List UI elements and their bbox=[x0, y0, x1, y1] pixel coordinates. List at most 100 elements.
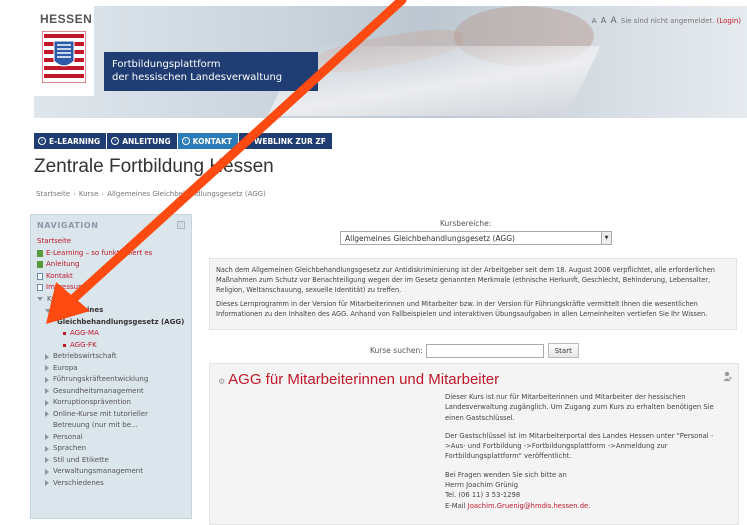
hessen-logo[interactable]: HESSEN bbox=[34, 6, 94, 96]
sidebar-item-label: Betreuung (nur mit be... bbox=[53, 421, 138, 429]
login-status-text: Sie sind nicht angemeldet. bbox=[620, 17, 715, 25]
sidebar-item-label: Online-Kurse mit tutorieller bbox=[53, 409, 148, 418]
sidebar-item-label: Impressum bbox=[46, 283, 85, 291]
nav-label: E-LEARNING bbox=[49, 136, 101, 146]
course-summary: Dieser Kurs ist nur für Mitarbeiterinnen… bbox=[445, 392, 733, 519]
course-contact: Bei Fragen wenden Sie sich bitte an Herr… bbox=[445, 470, 733, 511]
sidebar-item-agg-line2[interactable]: Gleichbehandlungsgesetz (AGG) bbox=[37, 317, 185, 329]
book-icon bbox=[37, 261, 43, 269]
sidebar-item-online-kurse[interactable]: Online-Kurse mit tutorieller bbox=[37, 409, 185, 421]
bullet-icon bbox=[63, 332, 66, 336]
breadcrumb-kurse[interactable]: Kurse bbox=[79, 190, 99, 198]
sidebar-item-betriebswirtschaft[interactable]: Betriebswirtschaft bbox=[37, 351, 185, 363]
course-search: Kurse suchen: Start bbox=[370, 343, 579, 358]
expanded-triangle-icon bbox=[45, 308, 51, 313]
course-summary-paragraph: Dieser Kurs ist nur für Mitarbeiterinnen… bbox=[445, 393, 714, 422]
font-size-small-button[interactable]: A bbox=[592, 17, 597, 25]
contact-name: Herrn Joachim Grünig bbox=[445, 481, 519, 490]
circle-chevron-icon: › bbox=[38, 137, 46, 145]
collapsed-triangle-icon bbox=[45, 365, 49, 372]
collapsed-triangle-icon bbox=[45, 457, 49, 464]
sidebar-item-online-kurse-line2[interactable]: Betreuung (nur mit be... bbox=[37, 420, 185, 432]
circle-chevron-icon: › bbox=[181, 137, 190, 145]
sidebar-item-label: AGG-MA bbox=[70, 329, 99, 337]
collapsed-triangle-icon bbox=[45, 388, 49, 395]
font-size-medium-button[interactable]: A bbox=[601, 16, 606, 25]
collapsed-triangle-icon bbox=[45, 468, 49, 475]
sidebar-item-verschiedenes[interactable]: Verschiedenes bbox=[37, 478, 185, 490]
kursbereiche-select[interactable]: Allgemeines Gleichbehandlungsgesetz (AGG… bbox=[340, 231, 612, 245]
sidebar-item-label: Personal bbox=[53, 432, 83, 441]
course-summary-paragraph: Der Gastschlüssel ist im Mitarbeiterport… bbox=[445, 431, 714, 461]
coat-of-arms-icon bbox=[42, 31, 86, 83]
nav-label: WEBLINK ZUR ZF bbox=[254, 136, 326, 146]
course-title-link[interactable]: ⚙ AGG für Mitarbeiterinnen und Mitarbeite… bbox=[218, 371, 499, 388]
navigation-heading-text: NAVIGATION bbox=[37, 221, 99, 230]
sidebar-item-label: Europa bbox=[53, 363, 78, 372]
block-collapse-icon[interactable]: ▢ bbox=[177, 221, 185, 229]
page-icon bbox=[37, 284, 43, 292]
sidebar-item-label: Betriebswirtschaft bbox=[53, 352, 117, 360]
contact-email-label: E-Mail bbox=[445, 501, 466, 510]
sidebar-item-label: Stil und Etikette bbox=[53, 455, 109, 464]
breadcrumb-separator: › bbox=[73, 190, 76, 198]
course-gear-icon: ⚙ bbox=[218, 377, 226, 386]
chevron-down-icon[interactable]: ▼ bbox=[601, 232, 611, 244]
sidebar-item-europa[interactable]: Europa bbox=[37, 363, 185, 375]
sidebar-item-kurse[interactable]: Kurse bbox=[37, 294, 185, 306]
sidebar-item-label: Anleitung bbox=[46, 260, 80, 268]
collapsed-triangle-icon bbox=[45, 353, 49, 360]
login-link[interactable]: (Login) bbox=[717, 17, 741, 25]
navigation-tree: Startseite E-Learning – so funktioniert … bbox=[37, 236, 185, 489]
description-paragraph: Nach dem Allgemeinen Gleichbehandlungsge… bbox=[216, 266, 715, 294]
nav-label: KONTAKT bbox=[192, 136, 233, 146]
sidebar-item-stil-etikette[interactable]: Stil und Etikette bbox=[37, 455, 185, 467]
sidebar-item-kontakt[interactable]: Kontakt bbox=[37, 271, 185, 283]
sidebar-item-startseite[interactable]: Startseite bbox=[37, 236, 185, 248]
breadcrumb-startseite[interactable]: Startseite bbox=[36, 190, 70, 198]
book-icon bbox=[37, 249, 43, 257]
sidebar-item-label: Allgemeines bbox=[55, 306, 104, 314]
kursbereiche-selected-value: Allgemeines Gleichbehandlungsgesetz (AGG… bbox=[345, 234, 515, 243]
sidebar-item-verwaltung[interactable]: Verwaltungsmanagement bbox=[37, 466, 185, 478]
sidebar-item-fuehrungskraefte[interactable]: Führungskräfteentwicklung bbox=[37, 374, 185, 386]
user-info-bar: A A A Sie sind nicht angemeldet. (Login) bbox=[592, 16, 741, 26]
sidebar-item-label: Kurse bbox=[47, 294, 67, 303]
sidebar-item-label: AGG-FK bbox=[70, 340, 97, 349]
platform-title-line2: der hessischen Landesverwaltung bbox=[112, 72, 283, 83]
sidebar-item-korruption[interactable]: Korruptionsprävention bbox=[37, 397, 185, 409]
nav-e-learning[interactable]: › E-LEARNING bbox=[34, 133, 108, 149]
sidebar-item-gesundheit[interactable]: Gesundheitsmanagement bbox=[37, 386, 185, 398]
search-start-button[interactable]: Start bbox=[547, 343, 579, 358]
nav-weblink-zf[interactable]: › WEBLINK ZUR ZF bbox=[239, 133, 333, 149]
sidebar-item-e-learning[interactable]: E-Learning – so funktioniert es bbox=[37, 248, 185, 260]
breadcrumb-separator: › bbox=[101, 190, 105, 198]
course-box: ⚙ AGG für Mitarbeiterinnen und Mitarbeite… bbox=[209, 363, 739, 525]
nav-label: ANLEITUNG bbox=[122, 136, 171, 146]
collapsed-triangle-icon bbox=[45, 411, 49, 418]
sidebar-item-label: Verschiedenes bbox=[53, 478, 104, 487]
sidebar-item-impressum[interactable]: Impressum bbox=[37, 282, 185, 294]
sidebar-item-label: Gesundheitsmanagement bbox=[53, 386, 144, 395]
sidebar-item-agg-ma[interactable]: AGG-MA bbox=[37, 328, 185, 340]
logo-text: HESSEN bbox=[40, 12, 93, 26]
course-title: AGG für Mitarbeiterinnen und Mitarbeiter bbox=[228, 371, 500, 388]
contact-email-link[interactable]: Joachim.Gruenig@hmdis.hessen.de. bbox=[468, 502, 591, 510]
nav-anleitung[interactable]: › ANLEITUNG bbox=[107, 133, 178, 149]
sidebar-item-label: Sprachen bbox=[53, 444, 87, 452]
sidebar-item-personal[interactable]: Personal bbox=[37, 432, 185, 444]
nav-kontakt[interactable]: › KONTAKT bbox=[177, 133, 240, 149]
page-icon bbox=[37, 272, 43, 280]
kursbereiche-label: Kursbereiche: bbox=[440, 219, 492, 228]
sidebar-item-sprachen[interactable]: Sprachen bbox=[37, 443, 185, 455]
font-size-large-button[interactable]: A bbox=[610, 16, 616, 26]
breadcrumb-current[interactable]: Allgemeines Gleichbehandlungsgesetz (AGG… bbox=[107, 190, 266, 198]
circle-chevron-icon: › bbox=[111, 137, 120, 145]
category-description: Nach dem Allgemeinen Gleichbehandlungsge… bbox=[209, 258, 737, 330]
search-input[interactable] bbox=[425, 343, 544, 358]
collapsed-triangle-icon bbox=[45, 399, 49, 406]
sidebar-item-agg-fk[interactable]: AGG-FK bbox=[37, 340, 185, 352]
sidebar-item-anleitung[interactable]: Anleitung bbox=[37, 259, 185, 271]
sidebar-item-label: Verwaltungsmanagement bbox=[53, 467, 143, 475]
sidebar-item-agg[interactable]: Allgemeines bbox=[37, 305, 185, 317]
